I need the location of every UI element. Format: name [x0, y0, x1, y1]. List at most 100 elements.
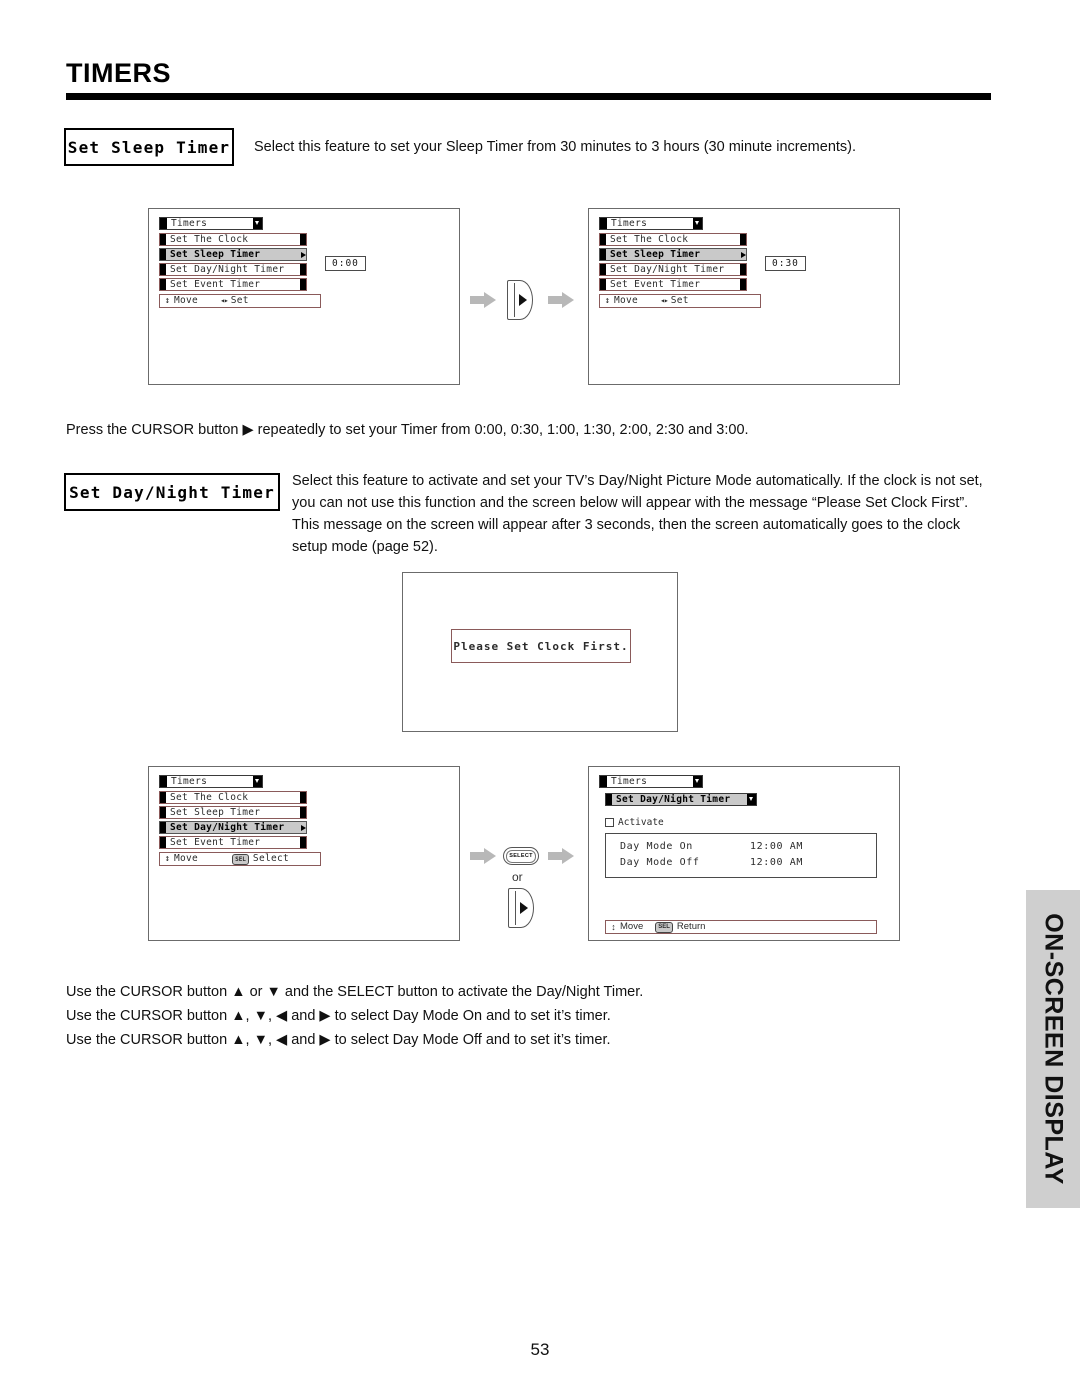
chevron-right-icon [300, 249, 306, 260]
sleep-timer-description: Select this feature to set your Sleep Ti… [254, 139, 857, 155]
cursor-right-button-graphic-2[interactable] [508, 888, 534, 928]
osd-header-label: Timers [611, 218, 648, 229]
footer-set-label: Set [670, 295, 689, 306]
day-mode-table: Day Mode On 12:00 AM Day Mode Off 12:00 … [605, 833, 877, 878]
osd-item-label: Set Event Timer [610, 279, 701, 290]
row-cap-right [740, 264, 746, 275]
footer-move-label: Move [174, 295, 199, 306]
footer-move-label: Move [614, 295, 639, 306]
flow-arrow-right-4 [548, 848, 574, 864]
osd-item-set-event-timer[interactable]: Set Event Timer [159, 278, 307, 291]
page-number: 53 [530, 1340, 550, 1359]
tv-screen-daynight-menu: Timers Set The Clock Set Sleep Timer Set… [148, 766, 460, 941]
day-mode-on-value: 12:00 AM [750, 841, 803, 852]
osd-menu-sleep-after: Timers Set The Clock Set Sleep Timer Set… [599, 217, 761, 308]
osd-item-set-sleep-timer[interactable]: Set Sleep Timer [599, 248, 747, 261]
osd-submenu-title-row[interactable]: Set Day/Night Timer [605, 793, 757, 806]
osd-item-set-event-timer[interactable]: Set Event Timer [599, 278, 747, 291]
table-row[interactable]: Day Mode Off 12:00 AM [606, 855, 876, 871]
select-button-label: SELECT [506, 849, 536, 863]
usage-line-2: Use the CURSOR button ▲, ▼, ◀ and ▶ to s… [66, 1008, 611, 1024]
daynight-usage-instructions: Use the CURSOR button ▲ or ▼ and the SEL… [66, 980, 806, 1052]
osd-item-label: Set Event Timer [170, 837, 261, 848]
osd-header-timers[interactable]: Timers [599, 775, 703, 788]
up-down-arrow-icon: ↕ [604, 295, 611, 306]
usage-line-1: Use the CURSOR button ▲ or ▼ and the SEL… [66, 984, 644, 1000]
side-tab-label: ON-SCREEN DISPLAY [1039, 913, 1068, 1185]
osd-item-set-event-timer[interactable]: Set Event Timer [159, 836, 307, 849]
activate-label: Activate [618, 817, 664, 828]
osd-header-timers[interactable]: Timers [159, 775, 263, 788]
osd-item-label: Set Sleep Timer [610, 249, 701, 260]
sel-key-icon: SEL [655, 921, 673, 933]
osd-header-label: Timers [171, 776, 208, 787]
cursor-button-note: Press the CURSOR button ▶ repeatedly to … [66, 422, 749, 438]
day-mode-off-value: 12:00 AM [750, 857, 803, 868]
osd-item-set-the-clock[interactable]: Set The Clock [159, 233, 307, 246]
day-mode-off-label: Day Mode Off [620, 857, 700, 868]
up-down-arrow-icon: ↕ [164, 295, 171, 306]
osd-footer-hints: ↕ Move SEL Select [159, 852, 321, 866]
sel-key-icon: SEL [232, 853, 249, 865]
daynight-timer-description: Select this feature to activate and set … [292, 473, 983, 555]
osd-header-label: Timers [611, 776, 648, 787]
select-button-graphic[interactable]: SELECT [503, 847, 539, 865]
osd-item-set-the-clock[interactable]: Set The Clock [159, 791, 307, 804]
osd-menu-daynight: Timers Set The Clock Set Sleep Timer Set… [159, 775, 321, 866]
header-cap [160, 218, 167, 229]
osd-item-label: Set Sleep Timer [170, 807, 261, 818]
osd-item-label: Set Event Timer [170, 279, 261, 290]
header-cap [600, 776, 607, 787]
row-cap-right [740, 234, 746, 245]
side-tab-on-screen-display: ON-SCREEN DISPLAY [1026, 890, 1080, 1208]
osd-submenu-label: Set Day/Night Timer [616, 794, 731, 805]
osd-footer-hints: ↕ Move ◂▸ Set [159, 294, 321, 308]
osd-item-set-daynight-timer[interactable]: Set Day/Night Timer [159, 263, 307, 276]
chevron-down-icon[interactable] [253, 218, 262, 229]
osd-item-set-the-clock[interactable]: Set The Clock [599, 233, 747, 246]
title-rule [66, 93, 991, 100]
activate-checkbox[interactable]: Activate [605, 817, 664, 828]
chevron-down-icon[interactable] [693, 218, 702, 229]
row-cap-right [300, 279, 306, 290]
osd-item-set-sleep-timer[interactable]: Set Sleep Timer [159, 806, 307, 819]
footer-move-label: Move [174, 853, 199, 864]
osd-item-label: Set The Clock [170, 234, 249, 245]
footer-select-label: Select [252, 853, 290, 864]
tv-screen-daynight-detail: Timers Set Day/Night Timer Activate Day … [588, 766, 900, 941]
sleep-timer-value-before: 0:00 [325, 256, 366, 271]
osd-menu-sleep-before: Timers Set The Clock Set Sleep Timer Set… [159, 217, 321, 308]
osd-header-timers[interactable]: Timers [159, 217, 263, 230]
usage-line-3: Use the CURSOR button ▲, ▼, ◀ and ▶ to s… [66, 1032, 611, 1048]
footer-set-label: Set [230, 295, 249, 306]
table-row[interactable]: Day Mode On 12:00 AM [606, 839, 876, 855]
tv-screen-sleep-after: Timers Set The Clock Set Sleep Timer Set… [588, 208, 900, 385]
osd-submenu-daynight: Set Day/Night Timer [605, 793, 757, 806]
chevron-down-icon[interactable] [253, 776, 262, 787]
left-right-arrow-icon: ◂▸ [220, 296, 229, 305]
chevron-down-icon[interactable] [693, 776, 702, 787]
osd-item-label: Set The Clock [170, 792, 249, 803]
osd-item-set-daynight-timer[interactable]: Set Day/Night Timer [599, 263, 747, 276]
section-label-sleep-timer: Set Sleep Timer [64, 128, 234, 166]
cursor-right-button-graphic-1[interactable] [507, 280, 533, 320]
chevron-down-icon[interactable] [747, 794, 756, 805]
or-label: or [512, 870, 523, 884]
chevron-right-icon [300, 822, 306, 833]
row-cap-right [300, 234, 306, 245]
clock-warning-message: Please Set Clock First. [451, 629, 631, 663]
chevron-right-icon [740, 249, 746, 260]
tv-screen-sleep-before: Timers Set The Clock Set Sleep Timer Set… [148, 208, 460, 385]
osd-header-timers[interactable]: Timers [599, 217, 703, 230]
header-cap [160, 776, 167, 787]
checkbox-icon [605, 818, 614, 827]
flow-arrow-right-1 [470, 292, 496, 308]
footer-return-label: Return [676, 921, 706, 932]
left-right-arrow-icon: ◂▸ [660, 296, 669, 305]
osd-item-label: Set Sleep Timer [170, 249, 261, 260]
osd-item-label: Set Day/Night Timer [170, 822, 285, 833]
osd-item-label: Set Day/Night Timer [610, 264, 725, 275]
osd-item-set-sleep-timer[interactable]: Set Sleep Timer [159, 248, 307, 261]
osd-item-set-daynight-timer[interactable]: Set Day/Night Timer [159, 821, 307, 834]
osd-item-label: Set Day/Night Timer [170, 264, 285, 275]
